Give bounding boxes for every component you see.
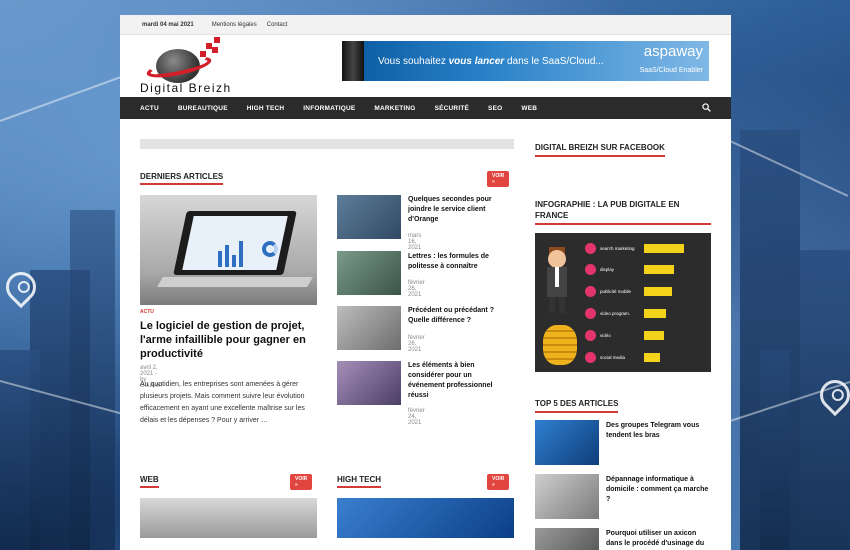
nav-item-seo[interactable]: SEO — [488, 105, 502, 112]
high-tech-article-image[interactable] — [337, 498, 514, 538]
mentions-legales-link[interactable]: Mentions légales — [212, 22, 257, 28]
ad-banner[interactable]: Vous souhaitez vous lancer dans le SaaS/… — [342, 41, 709, 81]
infographic-bar — [644, 264, 674, 274]
featured-article-excerpt: Au quotidien, les entreprises sont amené… — [140, 381, 305, 424]
voir-derniers-articles-button[interactable]: VOIR » — [487, 171, 510, 187]
nav-item-securite[interactable]: SÉCURITÉ — [435, 105, 469, 112]
website-page: mardi 04 mai 2021 Mentions légales Conta… — [120, 15, 731, 550]
section-title-high-tech: HIGH TECH — [337, 475, 381, 488]
header: Digital Breizh Vous souhaitez vous lance… — [120, 35, 731, 97]
video-program-icon — [585, 307, 596, 319]
logo-square — [200, 51, 206, 57]
screen-chart-bar — [225, 245, 229, 267]
article-title[interactable]: Lettres : les formules de politesse à co… — [408, 252, 508, 272]
article-title[interactable]: Précédent ou précédant ? Quelle différen… — [408, 306, 508, 326]
screen-chart-bar — [232, 255, 236, 267]
article-date: février 26, 2021 — [408, 280, 425, 298]
top5-article-title[interactable]: Pourquoi utiliser un axicon dans le proc… — [606, 529, 714, 549]
search-marketing-icon — [585, 242, 596, 254]
article-thumbnail[interactable] — [337, 306, 401, 350]
top-bar: mardi 04 mai 2021 Mentions légales Conta… — [120, 15, 731, 35]
video-icon — [585, 329, 596, 341]
logo-text: Digital Breizh — [140, 81, 232, 95]
nav-item-informatique[interactable]: INFORMATIQUE — [303, 105, 355, 112]
nav-item-marketing[interactable]: MARKETING — [374, 105, 415, 112]
ad-placeholder — [140, 139, 514, 149]
voir-high-tech-button[interactable]: VOIR » — [487, 474, 510, 490]
logo-square — [214, 37, 220, 43]
article-date: février 26, 2021 — [408, 335, 425, 353]
infographic-bar — [644, 243, 684, 253]
screen-chart-bar — [218, 251, 222, 267]
sidebar-title-facebook: DIGITAL BREIZH SUR FACEBOOK — [535, 142, 665, 157]
article-date: février 24, 2021 — [408, 408, 425, 426]
display-icon — [585, 263, 596, 275]
top5-article-title[interactable]: Dépannage informatique à domicile : comm… — [606, 475, 714, 505]
top5-article-title[interactable]: Des groupes Telegram vous tendent les br… — [606, 421, 714, 441]
infographic-bar — [644, 330, 664, 340]
site-logo[interactable]: Digital Breizh — [140, 37, 240, 95]
article-thumbnail[interactable] — [337, 251, 401, 295]
nav-item-bureautique[interactable]: BUREAUTIQUE — [178, 105, 228, 112]
mobile-icon — [585, 285, 596, 297]
top5-thumbnail[interactable] — [535, 474, 599, 519]
article-title[interactable]: Les éléments à bien considérer pour un é… — [408, 361, 508, 401]
infographic-bar — [644, 352, 660, 362]
character-illustration — [547, 247, 567, 313]
banner-message: Vous souhaitez vous lancer dans le SaaS/… — [378, 56, 604, 67]
banner-brand: aspaway — [643, 43, 703, 60]
sidebar-title-infographic: INFOGRAPHIE : LA PUB DIGITALE EN FRANCE — [535, 199, 711, 225]
logo-square — [212, 47, 218, 53]
voir-web-button[interactable]: VOIR » — [290, 474, 313, 490]
coins-graphic — [543, 325, 577, 365]
section-title-web: WEB — [140, 475, 159, 488]
featured-category[interactable]: ACTU — [140, 309, 154, 315]
top5-thumbnail[interactable] — [535, 528, 599, 550]
featured-article-title[interactable]: Le logiciel de gestion de projet, l'arme… — [140, 319, 317, 361]
article-thumbnail[interactable] — [337, 195, 401, 239]
social-media-icon — [585, 351, 596, 363]
sidebar-title-top5: TOP 5 DES ARTICLES — [535, 398, 619, 413]
contact-link[interactable]: Contact — [267, 22, 288, 28]
screen-chart-bar — [239, 241, 243, 267]
section-title-derniers-articles: DERNIERS ARTICLES — [140, 172, 224, 185]
server-graphic — [342, 41, 364, 81]
infographic-bar — [644, 308, 666, 318]
laptop-base — [157, 277, 313, 287]
infographic-bar — [644, 286, 672, 296]
banner-tagline: SaaS/Cloud Enabler — [639, 67, 703, 74]
article-title[interactable]: Quelques secondes pour joindre le servic… — [408, 195, 508, 225]
nav-item-web[interactable]: WEB — [521, 105, 537, 112]
top5-thumbnail[interactable] — [535, 420, 599, 465]
infographic-image[interactable]: search marketing display publicité mobil… — [535, 233, 711, 372]
article-thumbnail[interactable] — [337, 361, 401, 405]
nav-item-actu[interactable]: ACTU — [140, 105, 159, 112]
web-article-image[interactable] — [140, 498, 317, 538]
search-icon[interactable] — [702, 103, 711, 112]
article-date: mars 16, 2021 — [408, 233, 422, 251]
featured-article-image[interactable] — [140, 195, 317, 305]
current-date: mardi 04 mai 2021 — [142, 21, 194, 28]
nav-item-high-tech[interactable]: HIGH TECH — [247, 105, 285, 112]
screen-donut-chart — [262, 241, 278, 257]
main-navigation: ACTU BUREAUTIQUE HIGH TECH INFORMATIQUE … — [120, 97, 731, 119]
